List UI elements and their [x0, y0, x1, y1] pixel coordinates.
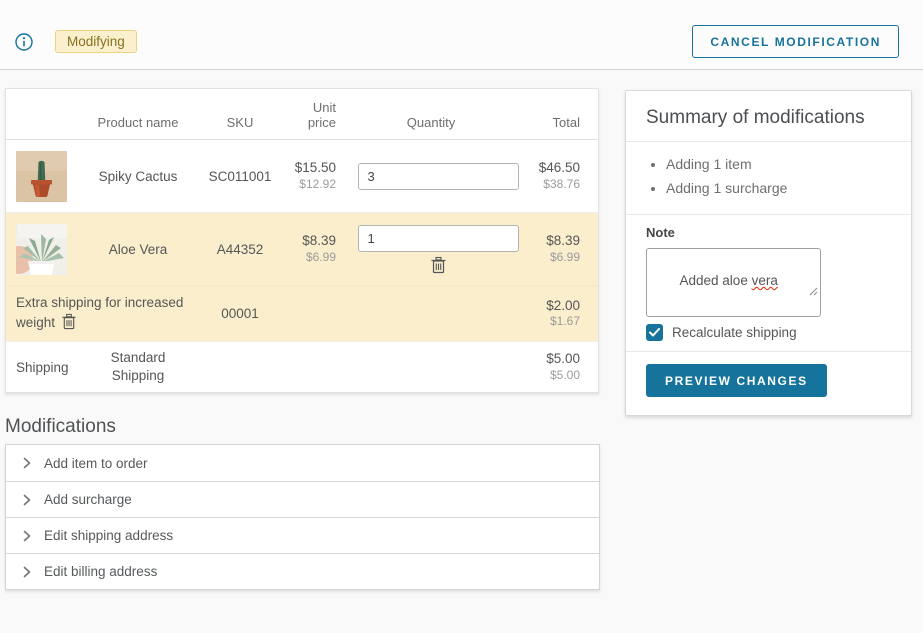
surcharge-sku: 00001 [194, 306, 286, 321]
product-image-aloe [16, 224, 67, 275]
column-header-sku: SKU [194, 115, 286, 130]
shipping-row-label: Shipping [16, 360, 82, 375]
accordion-label: Edit shipping address [44, 528, 173, 543]
column-header-quantity: Quantity [336, 115, 526, 130]
trash-icon [430, 256, 447, 274]
line-total: $2.00 [526, 297, 580, 315]
unit-price-original: $12.92 [286, 177, 336, 193]
line-total-original: $6.99 [526, 250, 580, 266]
product-name: Aloe Vera [82, 242, 194, 257]
accordion-label: Edit billing address [44, 564, 157, 579]
preview-changes-button[interactable]: PREVIEW CHANGES [646, 364, 827, 397]
cancel-modification-button[interactable]: CANCEL MODIFICATION [692, 25, 899, 58]
accordion-label: Add surcharge [44, 492, 132, 507]
product-image-cactus [16, 151, 67, 202]
product-name: Spiky Cactus [82, 169, 194, 184]
note-text-misspelled: vera [752, 273, 778, 288]
table-header-row: Product name SKU Unit price Quantity Tot… [6, 89, 598, 140]
recalculate-shipping-row: Recalculate shipping [646, 324, 891, 341]
line-total-original: $5.00 [526, 368, 580, 384]
unit-price: $8.39 [286, 232, 336, 250]
table-row-surcharge: Extra shipping for increased weight 0000… [6, 285, 598, 341]
accordion-add-item-to-order[interactable]: Add item to order [6, 445, 599, 481]
table-row-highlighted: Aloe Vera A44352 $8.39 $6.99 $8.39 $6.99 [6, 212, 598, 285]
column-header-product-name: Product name [82, 115, 194, 130]
accordion-edit-shipping-address[interactable]: Edit shipping address [6, 517, 599, 553]
line-total: $46.50 [526, 159, 580, 177]
recalculate-shipping-label[interactable]: Recalculate shipping [672, 325, 797, 340]
modifications-title: Modifications [5, 416, 116, 438]
surcharge-name: Extra shipping for increased weight [16, 295, 183, 330]
unit-price: $15.50 [286, 159, 336, 177]
order-items-table: Product name SKU Unit price Quantity Tot… [5, 88, 599, 393]
summary-bullet: Adding 1 surcharge [666, 176, 891, 200]
summary-title: Summary of modifications [626, 91, 911, 141]
chevron-right-icon [23, 566, 31, 578]
note-text: Added aloe [680, 273, 752, 288]
line-total: $5.00 [526, 350, 580, 368]
check-icon [649, 328, 660, 337]
line-total-original: $38.76 [526, 177, 580, 193]
note-textarea[interactable]: Added aloe vera [646, 248, 821, 317]
line-total-original: $1.67 [526, 314, 580, 330]
recalculate-shipping-checkbox[interactable] [646, 324, 663, 341]
shipping-method: Standard Shipping [101, 349, 175, 385]
delete-item-button[interactable] [430, 256, 447, 274]
modification-summary-list: Adding 1 item Adding 1 surcharge [626, 142, 911, 214]
line-total: $8.39 [526, 232, 580, 250]
chevron-right-icon [23, 530, 31, 542]
column-header-unit-price: Unit price [286, 100, 336, 130]
accordion-label: Add item to order [44, 456, 148, 471]
table-row: Spiky Cactus SC011001 $15.50 $12.92 $46.… [6, 140, 598, 212]
info-icon[interactable] [15, 33, 33, 51]
textarea-resize-handle[interactable] [778, 269, 818, 314]
table-row-shipping: Shipping Standard Shipping $5.00 $5.00 [6, 341, 598, 392]
summary-bullet: Adding 1 item [666, 152, 891, 176]
product-sku: SC011001 [194, 169, 286, 184]
column-header-total: Total [526, 115, 580, 130]
quantity-input[interactable] [358, 225, 519, 252]
accordion-edit-billing-address[interactable]: Edit billing address [6, 553, 599, 589]
trash-icon [61, 313, 77, 330]
accordion-add-surcharge[interactable]: Add surcharge [6, 481, 599, 517]
summary-of-modifications-panel: Summary of modifications Adding 1 item A… [625, 90, 912, 416]
chevron-right-icon [23, 494, 31, 506]
status-badge: Modifying [55, 30, 137, 53]
product-sku: A44352 [194, 242, 286, 257]
note-label: Note [646, 225, 891, 240]
unit-price-original: $6.99 [286, 250, 336, 266]
delete-surcharge-button[interactable] [55, 313, 77, 330]
modifications-accordion: Add item to order Add surcharge Edit shi… [5, 444, 600, 590]
top-bar: Modifying CANCEL MODIFICATION [0, 0, 923, 70]
quantity-input[interactable] [358, 163, 519, 190]
chevron-right-icon [23, 457, 31, 469]
